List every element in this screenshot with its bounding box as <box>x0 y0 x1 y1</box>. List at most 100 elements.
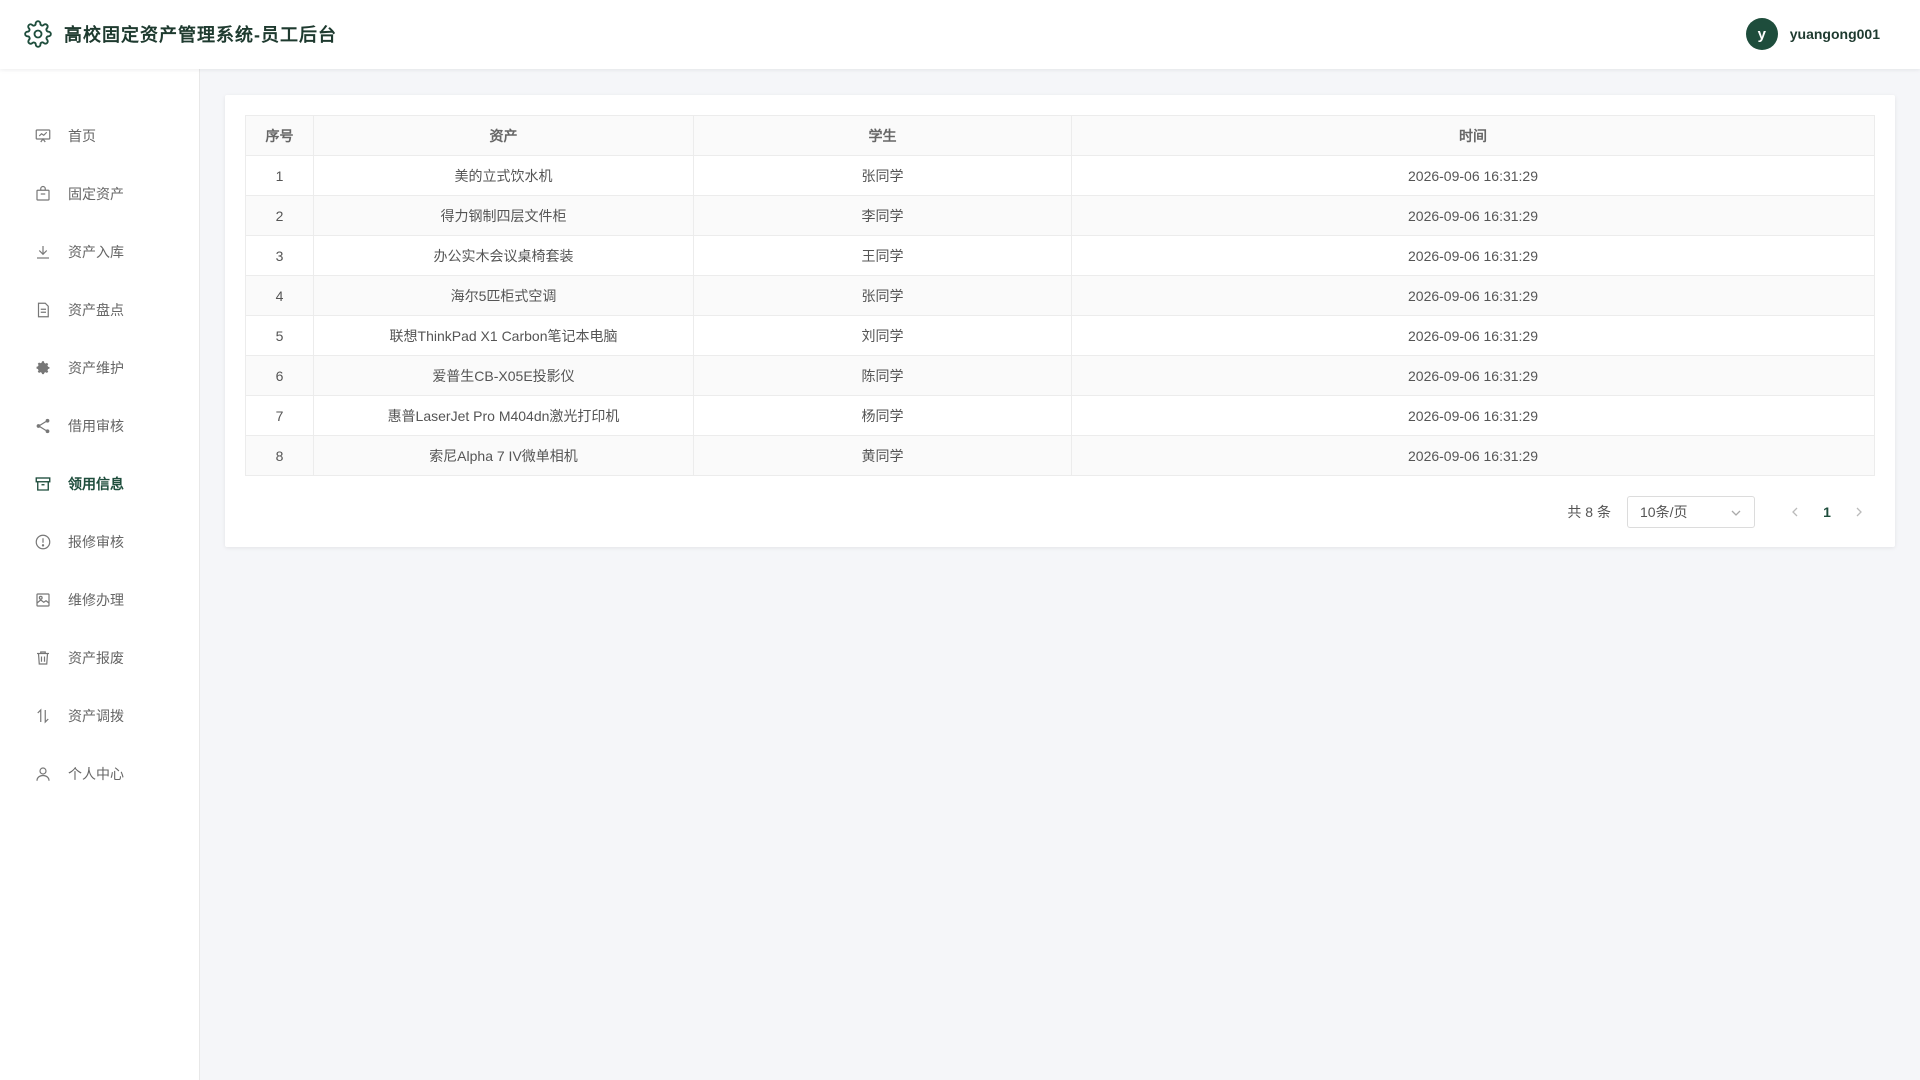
sidebar-item-asset-inbound[interactable]: 资产入库 <box>0 232 200 272</box>
sidebar: 首页 固定资产 资产入库 资产盘点 资产维护 借用审核 领用信息 报修审核 维修… <box>0 69 200 1080</box>
sidebar-item-label: 资产盘点 <box>68 302 124 318</box>
sidebar-item-label: 报修审核 <box>68 534 124 550</box>
cell-index: 8 <box>245 435 314 476</box>
sidebar-item-repair-handling[interactable]: 维修办理 <box>0 580 200 620</box>
image-icon <box>34 591 52 609</box>
sidebar-item-fixed-assets[interactable]: 固定资产 <box>0 174 200 214</box>
gear-icon <box>34 359 52 377</box>
column-header-time: 时间 <box>1071 115 1875 156</box>
bag-icon <box>34 185 52 203</box>
table-row: 1 美的立式饮水机 张同学 2026-09-06 16:31:29 <box>245 155 1875 196</box>
table-row: 6 爱普生CB-X05E投影仪 陈同学 2026-09-06 16:31:29 <box>245 355 1875 396</box>
cell-asset: 美的立式饮水机 <box>313 155 694 196</box>
cell-asset: 联想ThinkPad X1 Carbon笔记本电脑 <box>313 315 694 356</box>
requisition-table-card: 序号 资产 学生 时间 1 美的立式饮水机 张同学 2026-09-06 16:… <box>225 95 1895 547</box>
sidebar-item-home[interactable]: 首页 <box>0 116 200 156</box>
cell-time: 2026-09-06 16:31:29 <box>1071 235 1875 276</box>
cell-student: 陈同学 <box>693 355 1072 396</box>
cell-student: 张同学 <box>693 155 1072 196</box>
download-icon <box>34 243 52 261</box>
column-header-student: 学生 <box>693 115 1072 156</box>
column-header-asset: 资产 <box>313 115 694 156</box>
cell-index: 3 <box>245 235 314 276</box>
chevron-down-icon <box>1730 506 1742 518</box>
cell-time: 2026-09-06 16:31:29 <box>1071 315 1875 356</box>
cell-index: 7 <box>245 395 314 436</box>
sidebar-item-borrow-review[interactable]: 借用审核 <box>0 406 200 446</box>
cell-time: 2026-09-06 16:31:29 <box>1071 275 1875 316</box>
cell-asset: 惠普LaserJet Pro M404dn激光打印机 <box>313 395 694 436</box>
table-header-row: 序号 资产 学生 时间 <box>245 115 1875 156</box>
alert-circle-icon <box>34 533 52 551</box>
share-icon <box>34 417 52 435</box>
cell-asset: 海尔5匹柜式空调 <box>313 275 694 316</box>
page-size-select[interactable]: 10条/页 <box>1627 496 1755 528</box>
app-title: 高校固定资产管理系统-员工后台 <box>64 25 337 45</box>
sidebar-item-label: 资产入库 <box>68 244 124 260</box>
username[interactable]: yuangong001 <box>1790 26 1880 42</box>
table-row: 2 得力钢制四层文件柜 李同学 2026-09-06 16:31:29 <box>245 195 1875 236</box>
cell-index: 1 <box>245 155 314 196</box>
cell-asset: 索尼Alpha 7 IV微单相机 <box>313 435 694 476</box>
cell-index: 2 <box>245 195 314 236</box>
sidebar-item-asset-maintenance[interactable]: 资产维护 <box>0 348 200 388</box>
trash-icon <box>34 649 52 667</box>
cell-student: 张同学 <box>693 275 1072 316</box>
sidebar-item-asset-transfer[interactable]: 资产调拨 <box>0 696 200 736</box>
requisition-table: 序号 资产 学生 时间 1 美的立式饮水机 张同学 2026-09-06 16:… <box>245 115 1875 476</box>
user-icon <box>34 765 52 783</box>
table-row: 4 海尔5匹柜式空调 张同学 2026-09-06 16:31:29 <box>245 275 1875 316</box>
cell-asset: 爱普生CB-X05E投影仪 <box>313 355 694 396</box>
sidebar-item-label: 资产调拨 <box>68 708 124 724</box>
cell-asset: 得力钢制四层文件柜 <box>313 195 694 236</box>
sidebar-item-label: 个人中心 <box>68 766 124 782</box>
sidebar-item-label: 固定资产 <box>68 186 124 202</box>
page-number-button[interactable]: 1 <box>1811 496 1843 528</box>
sidebar-item-label: 资产报废 <box>68 650 124 666</box>
cell-student: 杨同学 <box>693 395 1072 436</box>
chevron-right-icon <box>1856 507 1862 517</box>
next-page-button[interactable] <box>1843 496 1875 528</box>
user-menu[interactable]: y yuangong001 <box>1745 18 1880 50</box>
sidebar-item-label: 借用审核 <box>68 418 124 434</box>
gear-icon <box>24 20 52 48</box>
sidebar-item-repair-review[interactable]: 报修审核 <box>0 522 200 562</box>
table-row: 8 索尼Alpha 7 IV微单相机 黄同学 2026-09-06 16:31:… <box>245 435 1875 476</box>
archive-box-icon <box>34 475 52 493</box>
top-header: 高校固定资产管理系统-员工后台 y yuangong001 <box>0 0 1920 69</box>
sidebar-item-label: 维修办理 <box>68 592 124 608</box>
table-row: 5 联想ThinkPad X1 Carbon笔记本电脑 刘同学 2026-09-… <box>245 315 1875 356</box>
cell-index: 4 <box>245 275 314 316</box>
sidebar-item-label: 首页 <box>68 128 96 144</box>
sidebar-item-personal-center[interactable]: 个人中心 <box>0 754 200 794</box>
table-row: 3 办公实木会议桌椅套装 王同学 2026-09-06 16:31:29 <box>245 235 1875 276</box>
sidebar-item-label: 领用信息 <box>68 476 124 492</box>
cell-time: 2026-09-06 16:31:29 <box>1071 435 1875 476</box>
cell-student: 王同学 <box>693 235 1072 276</box>
prev-page-button[interactable] <box>1779 496 1811 528</box>
sidebar-item-asset-scrap[interactable]: 资产报废 <box>0 638 200 678</box>
document-icon <box>34 301 52 319</box>
cell-student: 刘同学 <box>693 315 1072 356</box>
cell-time: 2026-09-06 16:31:29 <box>1071 395 1875 436</box>
chart-board-icon <box>34 127 52 145</box>
page-size-value: 10条/页 <box>1640 504 1688 520</box>
cell-time: 2026-09-06 16:31:29 <box>1071 155 1875 196</box>
avatar[interactable]: y <box>1745 18 1778 50</box>
sidebar-item-requisition-info[interactable]: 领用信息 <box>0 464 200 504</box>
chevron-left-icon <box>1792 507 1798 517</box>
sidebar-item-asset-inventory[interactable]: 资产盘点 <box>0 290 200 330</box>
column-header-index: 序号 <box>245 115 314 156</box>
cell-time: 2026-09-06 16:31:29 <box>1071 195 1875 236</box>
cell-index: 5 <box>245 315 314 356</box>
cell-asset: 办公实木会议桌椅套装 <box>313 235 694 276</box>
cell-time: 2026-09-06 16:31:29 <box>1071 355 1875 396</box>
pagination: 共 8 条 10条/页 1 <box>1567 496 1875 528</box>
cell-student: 黄同学 <box>693 435 1072 476</box>
transfer-icon <box>34 707 52 725</box>
table-row: 7 惠普LaserJet Pro M404dn激光打印机 杨同学 2026-09… <box>245 395 1875 436</box>
sidebar-item-label: 资产维护 <box>68 360 124 376</box>
total-count: 共 8 条 <box>1567 504 1611 520</box>
cell-student: 李同学 <box>693 195 1072 236</box>
cell-index: 6 <box>245 355 314 396</box>
